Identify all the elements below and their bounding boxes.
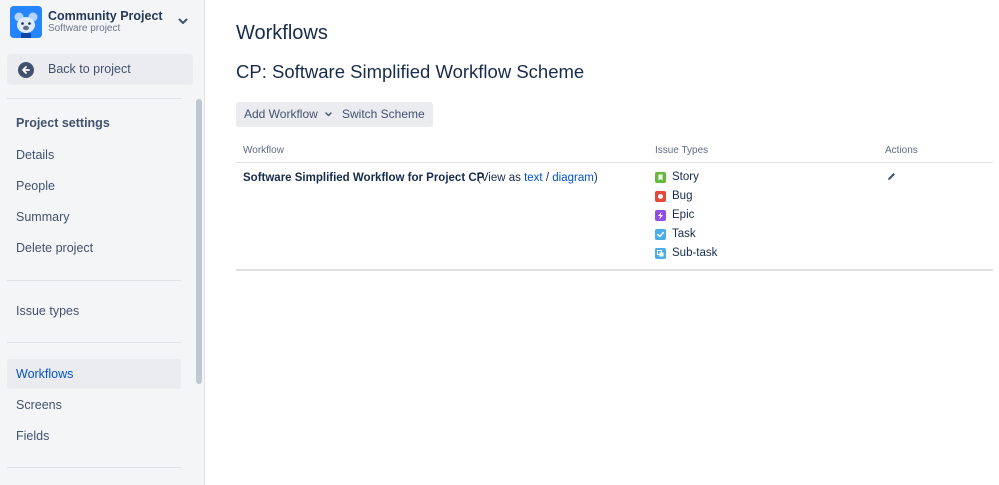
row-divider xyxy=(236,269,993,271)
header-divider xyxy=(236,162,993,163)
add-workflow-label: Add Workflow xyxy=(244,107,318,121)
project-avatar xyxy=(10,6,42,38)
view-as-suffix: ) xyxy=(593,172,598,184)
story-icon xyxy=(655,172,666,183)
issue-type-label: Epic xyxy=(672,209,695,221)
task-icon xyxy=(655,229,666,240)
divider xyxy=(7,280,181,281)
section-title: Project settings xyxy=(16,116,110,130)
add-workflow-button[interactable]: Add Workflow xyxy=(236,102,342,127)
view-as-text-link[interactable]: text xyxy=(524,172,543,184)
divider xyxy=(7,467,181,468)
scheme-title: CP: Software Simplified Workflow Scheme xyxy=(236,61,585,82)
main-content: Workflows CP: Software Simplified Workfl… xyxy=(206,0,999,485)
sidebar-item-fields[interactable]: Fields xyxy=(7,421,181,451)
view-as-diagram-link[interactable]: diagram xyxy=(552,172,594,184)
project-header[interactable]: Community Project Software project xyxy=(10,6,190,38)
sidebar-item-summary[interactable]: Summary xyxy=(7,202,181,232)
sidebar: Community Project Software project Back … xyxy=(0,0,205,485)
issue-type-label: Story xyxy=(672,171,699,183)
project-name: Community Project xyxy=(48,9,163,23)
view-as-separator: / xyxy=(545,172,550,184)
switch-scheme-button[interactable]: Switch Scheme xyxy=(334,102,433,127)
bug-icon xyxy=(655,191,666,202)
issue-type-label: Task xyxy=(672,228,696,240)
column-header-workflow: Workflow xyxy=(243,145,284,156)
view-as-prefix: (View as xyxy=(477,172,521,184)
arrow-left-icon xyxy=(18,62,34,78)
column-header-actions: Actions xyxy=(885,145,918,156)
view-as-links: (View as text / diagram) xyxy=(477,172,598,184)
chevron-down-icon[interactable] xyxy=(176,14,190,28)
sidebar-item-workflows[interactable]: Workflows xyxy=(7,359,181,389)
divider xyxy=(7,98,181,99)
issue-type-label: Bug xyxy=(672,190,693,202)
back-to-project-label: Back to project xyxy=(48,62,131,76)
sidebar-item-issue-types[interactable]: Issue types xyxy=(7,296,181,326)
edit-icon[interactable] xyxy=(886,171,897,182)
project-type: Software project xyxy=(48,23,121,34)
back-to-project-button[interactable]: Back to project xyxy=(7,54,193,85)
issue-type-label: Sub-task xyxy=(672,247,718,259)
sidebar-item-people[interactable]: People xyxy=(7,171,181,201)
sidebar-item-delete-project[interactable]: Delete project xyxy=(7,233,181,263)
workflow-name: Software Simplified Workflow for Project… xyxy=(243,172,485,184)
subtask-icon xyxy=(655,248,666,259)
page-title: Workflows xyxy=(236,22,328,44)
sidebar-item-screens[interactable]: Screens xyxy=(7,390,181,420)
chevron-down-icon xyxy=(325,112,332,117)
divider xyxy=(7,342,181,343)
sidebar-item-details[interactable]: Details xyxy=(7,140,181,170)
epic-icon xyxy=(655,210,666,221)
column-header-issue-types: Issue Types xyxy=(655,145,709,156)
sidebar-scrollbar[interactable] xyxy=(196,99,202,384)
